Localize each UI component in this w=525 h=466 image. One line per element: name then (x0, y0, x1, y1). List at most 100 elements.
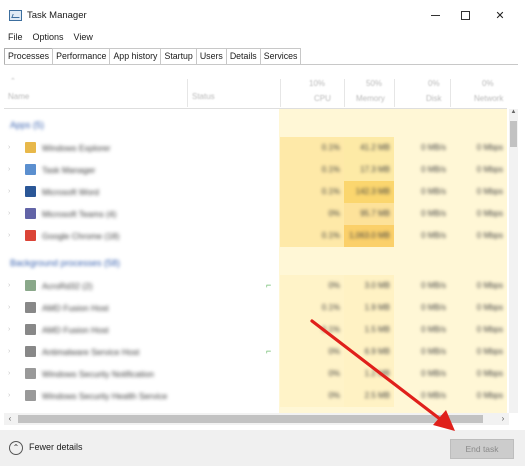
tab-services[interactable]: Services (259, 48, 302, 64)
memory-cell: 142.3 MB (344, 181, 394, 203)
table-row[interactable]: › Windows Explorer 0.1% 41.2 MB 0 MB/s 0 Mbps (4, 137, 507, 159)
table-row[interactable]: › Windows Security Notification 0% 1.2 MB 0 … (4, 363, 507, 385)
group-name: Background processes (58) (10, 258, 121, 268)
column-header-network[interactable]: Network (474, 94, 503, 103)
memory-cell-value: 1.5 MB (364, 325, 390, 334)
expand-chevron-icon[interactable]: › (8, 282, 10, 289)
column-header-name[interactable]: Name (8, 92, 29, 101)
expand-chevron-icon[interactable]: › (8, 144, 10, 151)
table-row[interactable]: › Google Chrome (18) 0.1% 1,063.0 MB 0 MB/s 0… (4, 225, 507, 247)
expand-chevron-icon[interactable]: › (8, 304, 10, 311)
fewer-details-link[interactable]: Fewer details (29, 442, 83, 452)
network-cell-value: 0 Mbps (476, 209, 503, 218)
column-header-disk[interactable]: Disk (426, 94, 442, 103)
vertical-scroll-thumb[interactable] (510, 121, 517, 147)
table-row[interactable]: › Windows Security Health Service 0% 2.5 MB… (4, 385, 507, 407)
expand-chevron-icon[interactable]: › (8, 348, 10, 355)
disk-cell-value: 0 MB/s (421, 209, 446, 218)
group-name: Apps (5) (10, 120, 45, 130)
column-header-cpu[interactable]: CPU (314, 94, 331, 103)
network-cell-value: 0 Mbps (476, 165, 503, 174)
cpu-cell-value: 0% (328, 347, 340, 356)
minimize-icon (430, 14, 440, 16)
tab-performance[interactable]: Performance (52, 48, 111, 64)
memory-cell: 2.5 MB (344, 385, 394, 407)
maximize-button[interactable] (448, 0, 482, 30)
vertical-scrollbar[interactable]: ▲ (509, 109, 518, 413)
network-cell: 0 Mbps (450, 385, 507, 407)
column-header-memory[interactable]: Memory (356, 94, 385, 103)
disk-cell: 0 MB/s (394, 181, 450, 203)
group-header[interactable]: Apps (5) (4, 114, 507, 136)
menu-file[interactable]: File (0, 30, 27, 45)
cpu-cell-value: 0% (328, 369, 340, 378)
tab-app-history[interactable]: App history (109, 48, 162, 64)
process-icon (25, 324, 36, 335)
network-cell: 0 Mbps (450, 297, 507, 319)
table-row[interactable]: › AMD Fusion Host 0.1% 1.5 MB 0 MB/s 0 Mbps (4, 319, 507, 341)
tab-startup[interactable]: Startup (160, 48, 197, 64)
horizontal-scrollbar[interactable]: ‹ › (4, 413, 509, 425)
cpu-cell: 0.1% (280, 137, 344, 159)
tab-users[interactable]: Users (195, 48, 227, 64)
table-row[interactable]: › Microsoft Word 0.1% 142.3 MB 0 MB/s 0 Mbps (4, 181, 507, 203)
column-header-status[interactable]: Status (192, 92, 215, 101)
disk-cell: 0 MB/s (394, 137, 450, 159)
disk-cell-value: 0 MB/s (421, 391, 446, 400)
table-row[interactable]: › Microsoft Teams (4) 0% 95.7 MB 0 MB/s 0 Mbp… (4, 203, 507, 225)
expand-chevron-icon[interactable]: › (8, 166, 10, 173)
disk-cell: 0 MB/s (394, 159, 450, 181)
memory-cell-value: 17.3 MB (360, 165, 390, 174)
expand-chevron-icon[interactable]: › (8, 188, 10, 195)
network-cell-value: 0 Mbps (476, 143, 503, 152)
tab-processes[interactable]: Processes (4, 48, 54, 65)
cpu-cell-value: 0% (328, 281, 340, 290)
scroll-left-icon[interactable]: ‹ (4, 413, 16, 425)
table-row[interactable]: › Antimalware Service Host ⌐ 0% 6.9 MB 0 MB/s… (4, 341, 507, 363)
disk-usage-total: 0% (428, 79, 440, 88)
menu-view[interactable]: View (68, 30, 97, 45)
menu-options[interactable]: Options (27, 30, 68, 45)
process-name: Task Manager (42, 165, 96, 175)
expand-chevron-icon[interactable]: › (8, 370, 10, 377)
tab-strip: Processes Performance App history Startu… (4, 48, 302, 65)
scroll-up-icon[interactable]: ▲ (509, 109, 518, 115)
memory-cell-value: 3.0 MB (364, 281, 390, 290)
expand-chevron-icon[interactable]: › (8, 326, 10, 333)
group-header[interactable]: Background processes (58) (4, 252, 507, 274)
chevron-up-circle-icon[interactable]: ⌃ (9, 441, 23, 455)
table-row[interactable]: › AMD Fusion Host 0.1% 1.9 MB 0 MB/s 0 Mbps (4, 297, 507, 319)
network-cell: 0 Mbps (450, 181, 507, 203)
expand-chevron-icon[interactable]: › (8, 210, 10, 217)
disk-cell: 0 MB/s (394, 203, 450, 225)
network-cell-value: 0 Mbps (476, 347, 503, 356)
disk-cell-value: 0 MB/s (421, 231, 446, 240)
memory-cell: 41.2 MB (344, 137, 394, 159)
scroll-right-icon[interactable]: › (497, 413, 509, 425)
memory-cell: 1.5 MB (344, 319, 394, 341)
process-icon (25, 230, 36, 241)
network-cell-value: 0 Mbps (476, 303, 503, 312)
window-title: Task Manager (27, 10, 87, 21)
end-task-button[interactable]: End task (450, 439, 514, 459)
network-cell-value: 0 Mbps (476, 281, 503, 290)
cpu-cell-value: 0.1% (321, 231, 340, 240)
minimize-button[interactable] (418, 0, 452, 30)
memory-cell-value: 6.9 MB (364, 347, 390, 356)
memory-cell: 1,063.0 MB (344, 225, 394, 247)
horizontal-scroll-thumb[interactable] (18, 415, 483, 423)
expand-chevron-icon[interactable]: › (8, 392, 10, 399)
cpu-cell: 0.1% (280, 159, 344, 181)
table-row[interactable]: › AcroRd32 (2) ⌐ 0% 3.0 MB 0 MB/s 0 Mbps (4, 275, 507, 297)
process-name: AMD Fusion Host (42, 303, 109, 313)
memory-cell: 1.9 MB (344, 297, 394, 319)
memory-cell: 17.3 MB (344, 159, 394, 181)
process-name: Microsoft Teams (4) (42, 209, 117, 219)
tab-details[interactable]: Details (225, 48, 261, 64)
cpu-cell: 0% (280, 385, 344, 407)
expand-chevron-icon[interactable]: › (8, 232, 10, 239)
cpu-cell: 0% (280, 341, 344, 363)
close-button[interactable]: ✕ (483, 0, 517, 30)
table-row[interactable]: › Task Manager 0.1% 17.3 MB 0 MB/s 0 Mbps (4, 159, 507, 181)
memory-usage-total: 50% (366, 79, 383, 88)
